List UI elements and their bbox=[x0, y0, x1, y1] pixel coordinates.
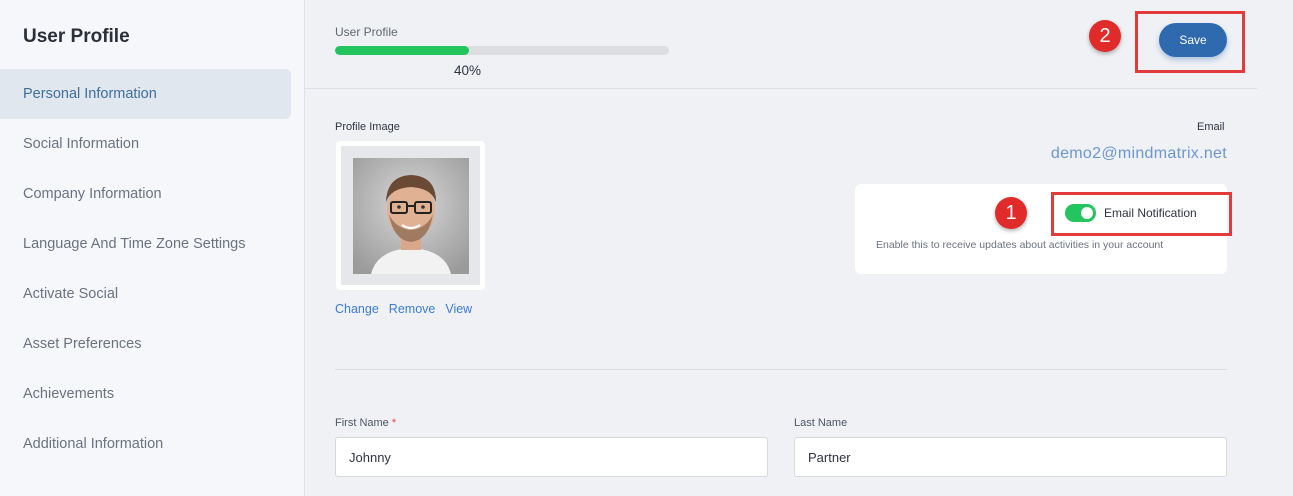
progress-label: User Profile bbox=[335, 25, 398, 39]
sidebar-item-activate-social[interactable]: Activate Social bbox=[0, 269, 305, 319]
profile-image-frame bbox=[336, 141, 485, 290]
profile-image-container bbox=[341, 146, 480, 285]
annotation-box-notification bbox=[1051, 192, 1232, 236]
profile-progress-bar bbox=[335, 46, 669, 55]
sidebar-title: User Profile bbox=[23, 26, 130, 47]
profile-image-actions: Change Remove View bbox=[335, 302, 482, 316]
sidebar-item-company-information[interactable]: Company Information bbox=[0, 169, 305, 219]
profile-photo bbox=[352, 157, 469, 274]
change-image-link[interactable]: Change bbox=[335, 302, 379, 316]
last-name-input[interactable] bbox=[794, 437, 1227, 477]
sidebar-item-social-information[interactable]: Social Information bbox=[0, 119, 305, 169]
sidebar-item-achievements[interactable]: Achievements bbox=[0, 369, 305, 419]
section-divider bbox=[335, 369, 1227, 370]
annotation-badge-2: 2 bbox=[1089, 20, 1121, 52]
last-name-label: Last Name bbox=[794, 417, 848, 429]
sidebar-item-language-time-zone[interactable]: Language And Time Zone Settings bbox=[0, 219, 305, 269]
annotation-badge-1: 1 bbox=[995, 197, 1027, 229]
profile-image-label: Profile Image bbox=[335, 121, 400, 133]
progress-percentage: 40% bbox=[454, 63, 482, 78]
header-divider bbox=[305, 88, 1257, 89]
email-notification-description: Enable this to receive updates about act… bbox=[876, 239, 1164, 251]
email-value: demo2@mindmatrix.net bbox=[1050, 145, 1227, 162]
remove-image-link[interactable]: Remove bbox=[389, 302, 436, 316]
first-name-label: First Name * bbox=[335, 417, 396, 429]
sidebar-nav: Personal Information Social Information … bbox=[0, 69, 305, 469]
sidebar: User Profile Personal Information Social… bbox=[0, 0, 305, 496]
first-name-label-text: First Name bbox=[335, 417, 389, 429]
sidebar-item-additional-information[interactable]: Additional Information bbox=[0, 419, 305, 469]
progress-fill bbox=[335, 46, 469, 55]
view-image-link[interactable]: View bbox=[445, 302, 472, 316]
first-name-input[interactable] bbox=[335, 437, 768, 477]
required-marker: * bbox=[391, 417, 397, 429]
email-label: Email bbox=[1197, 121, 1225, 133]
annotation-box-save bbox=[1135, 11, 1245, 73]
sidebar-item-personal-information[interactable]: Personal Information bbox=[0, 69, 291, 119]
sidebar-item-asset-preferences[interactable]: Asset Preferences bbox=[0, 319, 305, 369]
